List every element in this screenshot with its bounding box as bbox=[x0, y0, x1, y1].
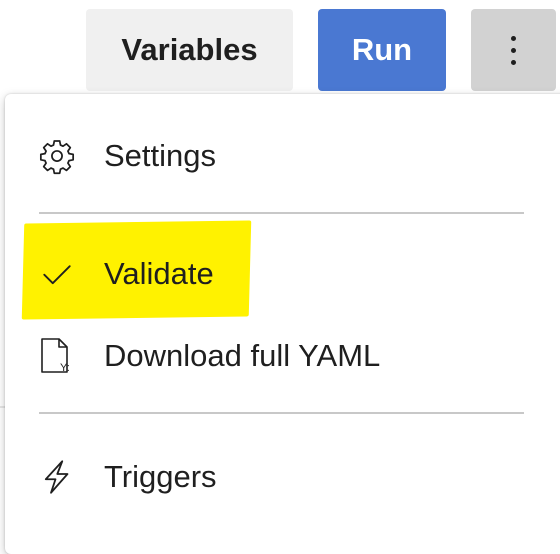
gear-icon bbox=[37, 136, 77, 176]
run-button[interactable]: Run bbox=[318, 9, 446, 91]
more-actions-menu: Settings Validate Y: Download full YAML bbox=[5, 94, 560, 554]
menu-item-label: Validate bbox=[104, 256, 214, 291]
menu-item-label: Settings bbox=[104, 138, 217, 173]
menu-item-label: Download full YAML bbox=[104, 338, 381, 373]
vertical-ellipsis-icon bbox=[511, 35, 516, 65]
pipeline-toolbar: Variables Run bbox=[0, 0, 560, 95]
menu-item-download-yaml[interactable]: Y: Download full YAML bbox=[5, 316, 560, 396]
lightning-icon bbox=[37, 457, 77, 497]
menu-divider bbox=[39, 212, 524, 214]
menu-item-settings[interactable]: Settings bbox=[5, 116, 560, 196]
menu-item-validate[interactable]: Validate bbox=[5, 234, 560, 314]
svg-text:Y:: Y: bbox=[60, 362, 70, 374]
menu-item-triggers[interactable]: Triggers bbox=[5, 437, 560, 517]
yaml-file-icon: Y: bbox=[37, 336, 77, 376]
menu-item-label: Triggers bbox=[104, 459, 217, 494]
menu-divider bbox=[39, 412, 524, 414]
checkmark-icon bbox=[37, 254, 77, 294]
more-actions-button[interactable] bbox=[471, 9, 556, 91]
variables-button[interactable]: Variables bbox=[86, 9, 293, 91]
